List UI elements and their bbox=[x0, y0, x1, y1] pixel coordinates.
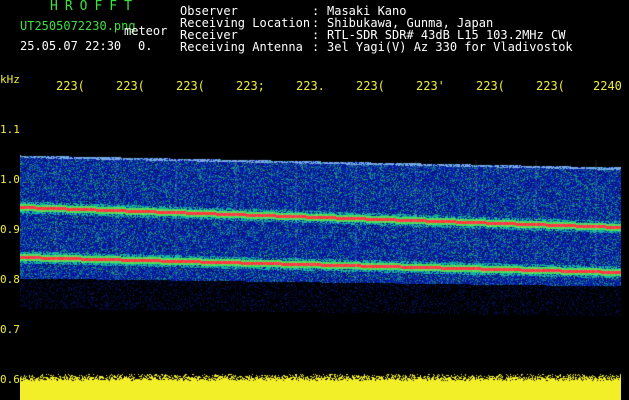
time-tick: 223( bbox=[476, 79, 505, 93]
time-tick: 2240 bbox=[593, 79, 622, 93]
freq-tick: 1.1 bbox=[0, 123, 20, 136]
meta-antenna-value: 3el Yagi(V) Az 330 for Vladivostok bbox=[327, 40, 573, 54]
meta-antenna-label: Receiving Antenna bbox=[180, 40, 303, 54]
time-tick: 223( bbox=[356, 79, 385, 93]
spectrogram-plot bbox=[20, 100, 621, 400]
freq-tick: 0.6 bbox=[0, 373, 20, 386]
time-tick: 223( bbox=[56, 79, 85, 93]
app-title: HROFFT bbox=[50, 0, 139, 14]
datetime: 25.05.07 22:30 bbox=[20, 39, 122, 53]
freq-tick: 0.8 bbox=[0, 273, 20, 286]
time-tick: 223; bbox=[236, 79, 265, 93]
time-tick: 223( bbox=[176, 79, 205, 93]
freq-tick: 1.0 bbox=[0, 173, 20, 186]
subtitle: meteor bbox=[124, 24, 168, 38]
time-tick: 223( bbox=[116, 79, 145, 93]
time-tick: 223( bbox=[536, 79, 565, 93]
meta-antenna-sep: : bbox=[312, 40, 320, 54]
freq-tick: 0.7 bbox=[0, 323, 20, 336]
meteor-count: 0. bbox=[138, 39, 153, 53]
axis-unit: kHz bbox=[0, 73, 20, 86]
time-tick: 223' bbox=[416, 79, 445, 93]
filename: UT2505072230.png bbox=[20, 19, 136, 33]
freq-tick: 0.9 bbox=[0, 223, 20, 236]
time-tick: 223. bbox=[296, 79, 325, 93]
